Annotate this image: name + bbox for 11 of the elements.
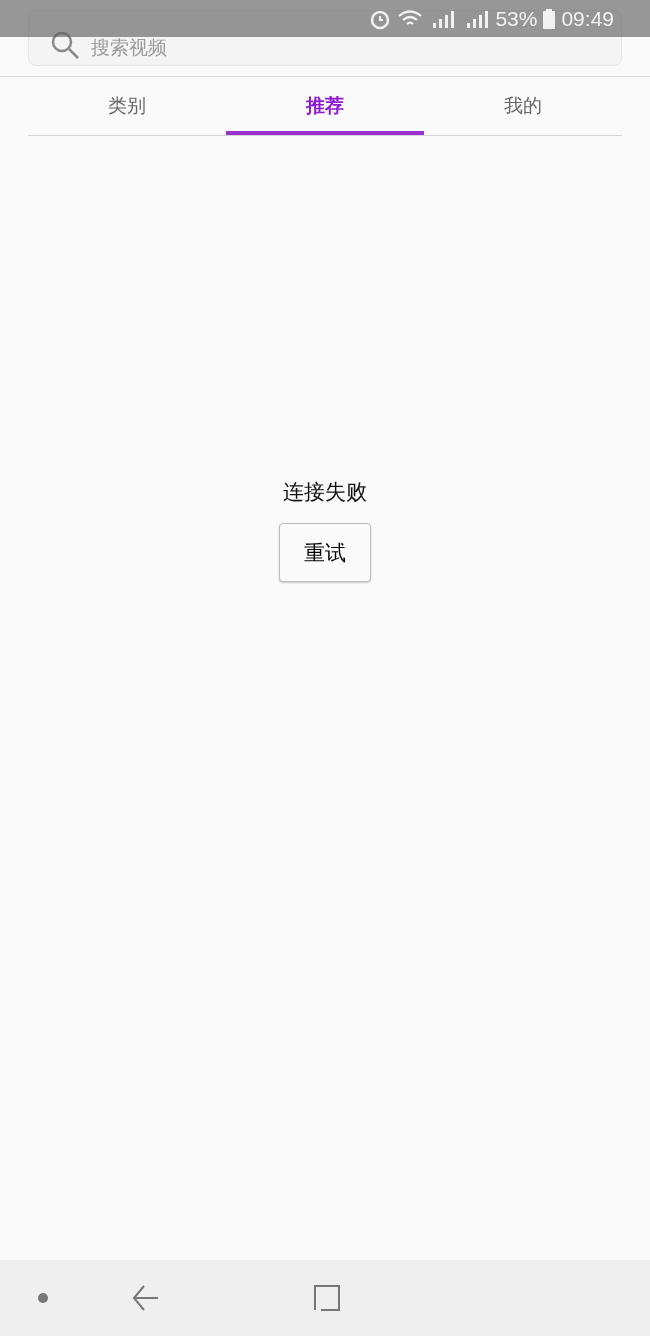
retry-button[interactable]: 重试: [279, 523, 371, 582]
dot-icon[interactable]: [37, 1292, 49, 1304]
recent-apps-icon[interactable]: [313, 1284, 341, 1312]
battery-icon: [543, 8, 556, 29]
back-icon[interactable]: [132, 1284, 160, 1312]
search-icon: [50, 30, 80, 60]
signal-icon: [465, 8, 490, 29]
tab[interactable]: 推荐: [226, 77, 424, 135]
tab[interactable]: 我的: [424, 77, 622, 135]
error-message: 连接失败: [283, 479, 367, 506]
tab[interactable]: 类别: [28, 77, 226, 135]
